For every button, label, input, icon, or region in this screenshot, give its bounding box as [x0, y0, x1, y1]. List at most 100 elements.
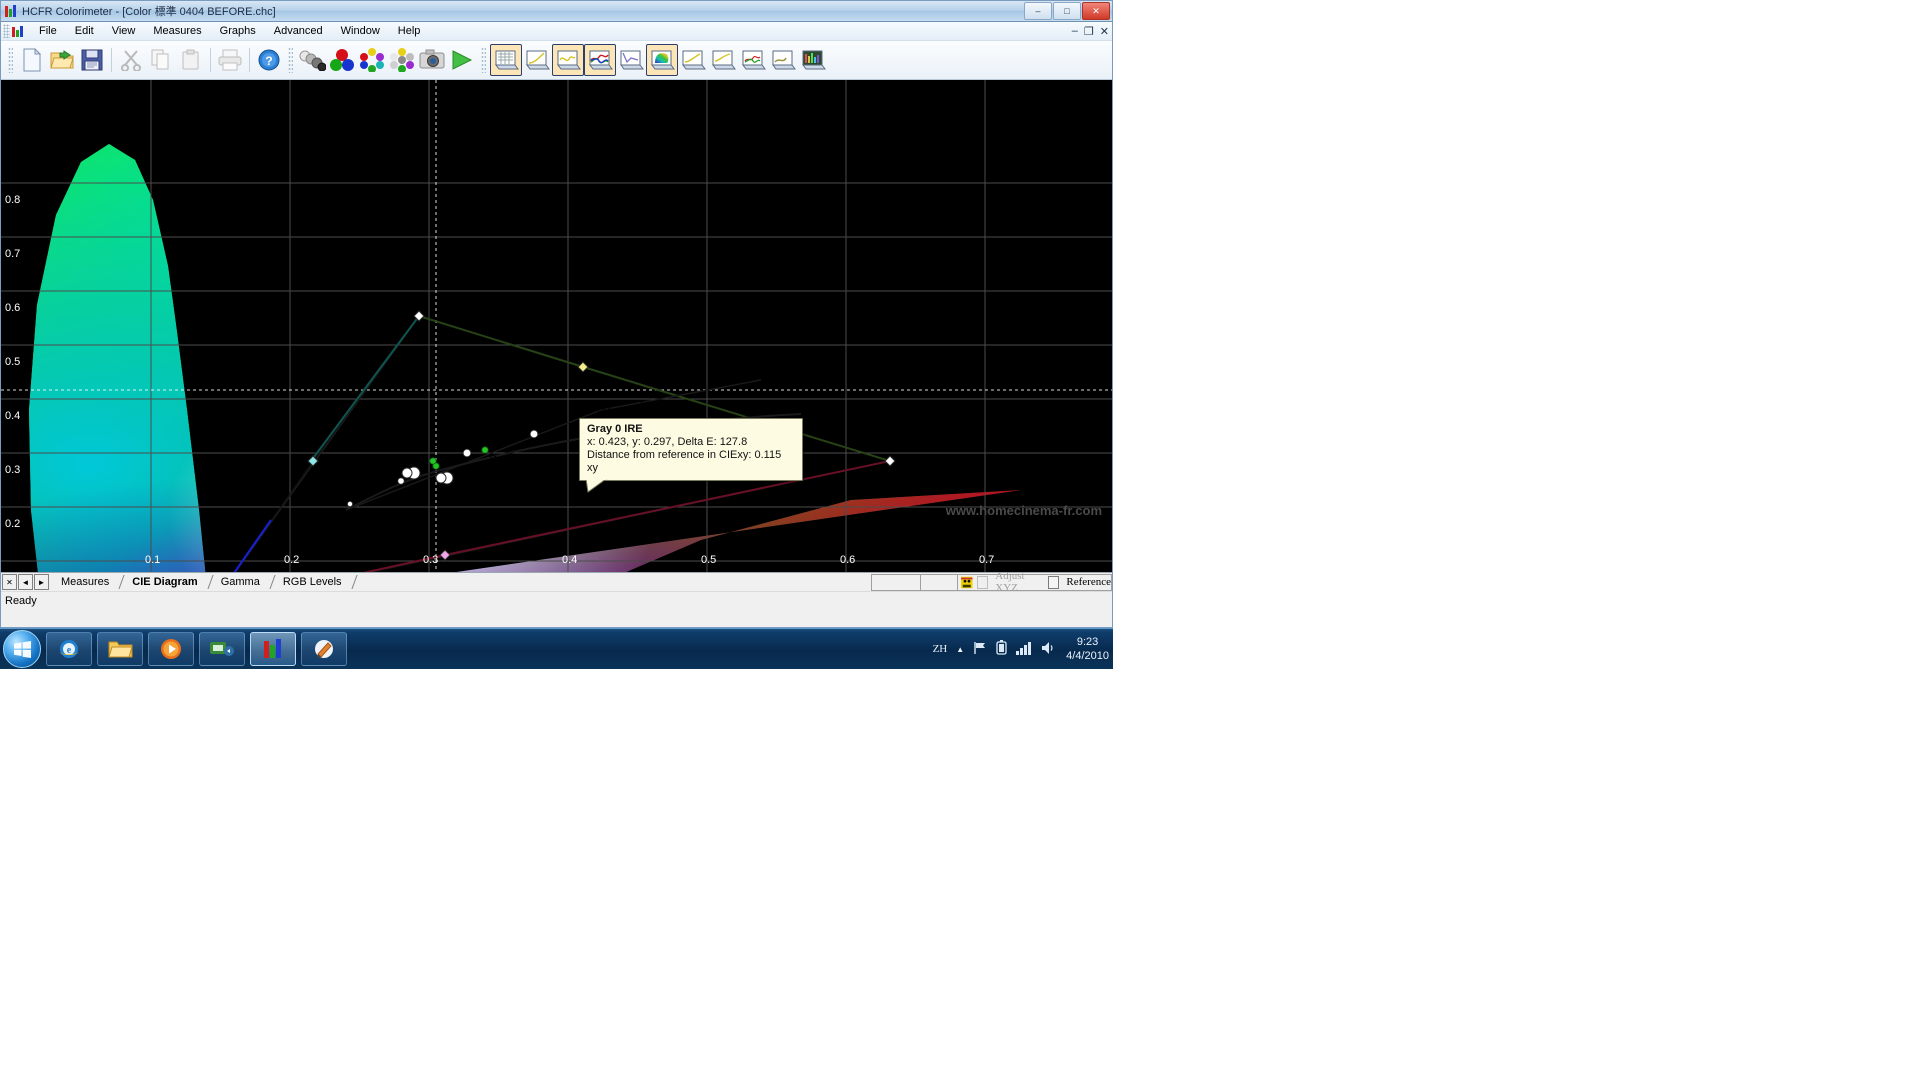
ct-label-4000: 4000	[502, 417, 528, 432]
menu-item-measures[interactable]: Measures	[144, 24, 210, 38]
taskbar-clock[interactable]: 9:23 4/4/2010	[1066, 635, 1109, 663]
tooltip-title: Gray 0 IRE	[587, 423, 643, 435]
measure-full-button[interactable]	[387, 45, 417, 75]
ct-label-5500: 5500	[434, 436, 460, 451]
graph-near-black-button[interactable]	[708, 45, 738, 75]
graph-satlum-button[interactable]	[678, 45, 708, 75]
tab-measures[interactable]: Measures	[52, 575, 120, 589]
menu-item-window[interactable]: Window	[332, 24, 389, 38]
signal-bars-icon[interactable]	[1016, 641, 1032, 658]
menu-item-file[interactable]: File	[30, 24, 66, 38]
taskbar-internet-explorer[interactable]: e	[46, 632, 92, 666]
measure-saturations-button[interactable]	[357, 45, 387, 75]
close-button[interactable]: ✕	[1082, 2, 1110, 20]
taskbar-media-player[interactable]	[148, 632, 194, 666]
tooltip-pointer	[586, 479, 607, 493]
toolbar-separator	[111, 48, 112, 72]
minimize-button[interactable]: –	[1024, 2, 1052, 20]
mdi-minimize-button[interactable]: –	[1072, 25, 1078, 37]
toolbar-grip[interactable]	[8, 47, 13, 73]
menu-item-view[interactable]: View	[103, 24, 145, 38]
run-measures-button[interactable]	[447, 45, 477, 75]
tab-close-button[interactable]: ✕	[2, 574, 17, 590]
menu-grip[interactable]	[3, 24, 10, 38]
ct-label-3000: 3000	[584, 400, 610, 415]
x-tick-0.7: 0.7	[979, 554, 995, 566]
graph-cie-diagram-button[interactable]	[646, 44, 678, 76]
ct-label-d65: D65	[404, 450, 427, 465]
graph-color-temp-button[interactable]	[616, 45, 646, 75]
y-tick-0.3: 0.3	[5, 464, 21, 476]
cut-button[interactable]	[116, 45, 146, 75]
reference-label: Reference	[1066, 576, 1111, 588]
paste-button[interactable]	[176, 45, 206, 75]
system-tray: ZH ▲ 9:23 4/4/2010	[933, 635, 1109, 663]
menu-item-help[interactable]: Help	[389, 24, 430, 38]
flag-icon[interactable]	[973, 641, 987, 658]
mdi-restore-button[interactable]: ❐	[1084, 25, 1094, 38]
menu-item-advanced[interactable]: Advanced	[265, 24, 332, 38]
tooltip-distance: Distance from reference in CIExy: 0.115 …	[587, 449, 782, 474]
x-tick-0.5: 0.5	[701, 554, 717, 566]
maximize-button[interactable]: □	[1053, 2, 1081, 20]
title-bar: HCFR Colorimeter - [Color 標準 0404 BEFORE…	[1, 1, 1112, 22]
cie-plot-svg	[1, 80, 1112, 572]
tab-rgb-levels[interactable]: RGB Levels	[274, 575, 353, 589]
toolbar-separator	[210, 48, 211, 72]
menu-item-graphs[interactable]: Graphs	[211, 24, 265, 38]
save-file-button[interactable]	[77, 45, 107, 75]
x-tick-0.3: 0.3	[423, 554, 439, 566]
chromaticity-fill	[29, 144, 1021, 572]
y-tick-0.4: 0.4	[5, 410, 21, 422]
about-button[interactable]: ?	[254, 45, 284, 75]
toolbar-grip[interactable]	[288, 47, 293, 73]
status-panel-controls: Adjust XYZ Reference	[957, 570, 1112, 594]
print-button[interactable]	[215, 45, 245, 75]
window-controls: – □ ✕	[1024, 2, 1110, 20]
measure-primaries-button[interactable]	[327, 45, 357, 75]
tab-prev-button[interactable]: ◄	[18, 574, 33, 590]
capture-button[interactable]	[417, 45, 447, 75]
tab-cie-diagram[interactable]: CIE Diagram	[123, 575, 208, 589]
taskbar-hcfr[interactable]	[250, 632, 296, 666]
new-document-button[interactable]	[17, 45, 47, 75]
statusbar-right-panels: Adjust XYZ Reference	[871, 570, 1112, 594]
tab-next-button[interactable]: ►	[34, 574, 49, 590]
y-tick-0.8: 0.8	[5, 194, 21, 206]
x-tick-0.6: 0.6	[840, 554, 856, 566]
main-toolbar: ?	[1, 41, 1112, 80]
status-text: Ready	[5, 594, 37, 607]
y-tick-0.5: 0.5	[5, 356, 21, 368]
application-window: HCFR Colorimeter - [Color 標準 0404 BEFORE…	[0, 0, 1113, 628]
graph-histogram-button[interactable]	[768, 45, 798, 75]
graph-rgb-levels-button[interactable]	[584, 44, 616, 76]
cie-diagram-chart[interactable]: 0.8 0.7 0.6 0.5 0.4 0.3 0.2 0.1 0.1 0.2 …	[1, 80, 1112, 572]
mdi-close-button[interactable]: ✕	[1100, 25, 1109, 38]
pen-icon	[315, 640, 333, 658]
graph-near-white-button[interactable]	[738, 45, 768, 75]
copy-button[interactable]	[146, 45, 176, 75]
graph-spectrum-button[interactable]	[798, 45, 828, 75]
sensor-icon	[961, 576, 973, 588]
tray-language[interactable]: ZH	[933, 643, 948, 655]
y-tick-0.6: 0.6	[5, 302, 21, 314]
taskbar-app6[interactable]	[301, 632, 347, 666]
toolbar-grip[interactable]	[481, 47, 486, 73]
graph-luminance-button[interactable]	[522, 45, 552, 75]
tray-show-hidden-icon[interactable]: ▲	[956, 645, 964, 654]
adjust-xyz-label: Adjust XYZ	[995, 570, 1025, 594]
tab-gamma[interactable]: Gamma	[212, 575, 271, 589]
battery-icon[interactable]	[996, 640, 1007, 658]
taskbar-app4[interactable]	[199, 632, 245, 666]
window-title: HCFR Colorimeter - [Color 標準 0404 BEFORE…	[22, 6, 276, 18]
graph-gamma-button[interactable]	[552, 44, 584, 76]
measure-grayscale-button[interactable]	[297, 45, 327, 75]
graph-measures-table-button[interactable]	[490, 44, 522, 76]
reference-checkbox[interactable]	[1047, 575, 1060, 589]
taskbar-explorer[interactable]	[97, 632, 143, 666]
menu-item-edit[interactable]: Edit	[66, 24, 103, 38]
start-button[interactable]	[3, 630, 41, 668]
adjust-xyz-checkbox[interactable]	[976, 575, 989, 589]
speaker-icon[interactable]	[1041, 641, 1057, 658]
open-file-button[interactable]	[47, 45, 77, 75]
